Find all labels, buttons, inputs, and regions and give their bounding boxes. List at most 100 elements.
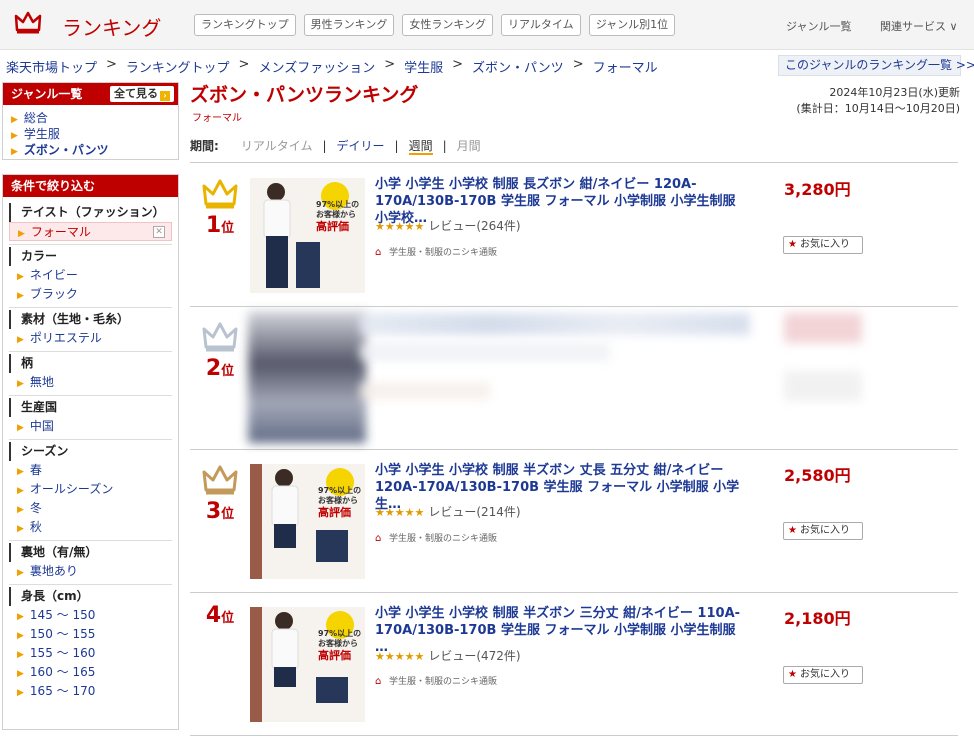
rank-suffix: 位: [221, 221, 235, 236]
filter-option[interactable]: ▶ 春: [9, 461, 172, 480]
filter-option[interactable]: ▶ 150 ～ 155: [9, 625, 172, 644]
period-daily[interactable]: デイリー: [337, 135, 385, 162]
genre-list-box: ジャンル一覧 全て見る › ▶ 総合 ▶ 学生服 ▶ ズボン・パンツ: [2, 82, 179, 160]
arrow-icon: ▶: [17, 423, 24, 433]
filter-option[interactable]: ▶ ネイビー: [9, 266, 172, 285]
blurred-text: [360, 383, 490, 399]
crown-logo-icon[interactable]: [14, 10, 42, 34]
breadcrumb-pants[interactable]: ズボン・パンツ: [472, 57, 564, 76]
page-title: ズボン・パンツランキング: [190, 84, 419, 106]
filter-section-title: 生産国: [9, 398, 172, 417]
rank-badge: 1位: [200, 178, 240, 238]
rank-suffix: 位: [221, 364, 235, 379]
breadcrumb-formal[interactable]: フォーマル: [593, 57, 658, 76]
logo-text[interactable]: ランキング: [62, 12, 161, 41]
star-icon: ★: [788, 525, 797, 536]
genre-item-school-uniform[interactable]: ▶ 学生服: [3, 126, 178, 142]
genre-item-all[interactable]: ▶ 総合: [3, 110, 178, 126]
filter-section-title: 素材（生地・毛糸）: [9, 310, 172, 329]
thumb-text-line1: 97%以上の: [316, 200, 360, 209]
page-subtitle: フォーマル: [192, 113, 242, 124]
genre-ranking-list-link[interactable]: このジャンルのランキング一覧 >>: [778, 55, 974, 76]
thumb-text-line3: 高評価: [316, 220, 349, 233]
filter-option[interactable]: ▶ ポリエステル: [9, 329, 172, 348]
arrow-icon: ▶: [17, 650, 24, 660]
shop-name[interactable]: ⌂ 学生服・制服のニシキ通販: [375, 245, 497, 258]
rank-number: 1: [205, 213, 222, 238]
filter-option[interactable]: ▶ 165 ～ 170: [9, 682, 172, 701]
period-selector: 期間: リアルタイム | デイリー | 週間 | 月間: [190, 135, 958, 163]
period-monthly[interactable]: 月間: [457, 135, 481, 162]
ranking-item-3: 3位 97%以上の お客様から 高評価 小学 小学生 小学校 制服 半ズボン 丈…: [190, 450, 958, 593]
update-info: 2024年10月23日(水)更新 (集計日：10月14日～10月20日): [796, 85, 960, 117]
breadcrumb-separator: >: [384, 57, 396, 72]
blurred-text: [360, 343, 610, 361]
shop-house-icon: ⌂: [375, 247, 382, 258]
filter-option[interactable]: ▶ 裏地あり: [9, 562, 172, 581]
see-all-button[interactable]: 全て見る ›: [110, 86, 174, 102]
close-icon[interactable]: ✕: [153, 226, 165, 238]
review-stars[interactable]: ★★★★★ レビュー(214件): [375, 503, 521, 520]
shop-house-icon: ⌂: [375, 676, 382, 687]
tab-female-ranking[interactable]: 女性ランキング: [402, 14, 494, 36]
arrow-icon: ▶: [17, 669, 24, 679]
filter-option[interactable]: ▶ 145 ～ 150: [9, 606, 172, 625]
breadcrumb-mens-fashion[interactable]: メンズファッション: [258, 57, 375, 76]
arrow-icon: ▶: [17, 688, 24, 698]
review-count[interactable]: レビュー(472件): [428, 649, 520, 663]
arrow-icon: ▶: [17, 568, 24, 578]
filter-option[interactable]: ▶ 160 ～ 165: [9, 663, 172, 682]
favorite-button[interactable]: ★ お気に入り: [783, 236, 863, 254]
filter-option[interactable]: ▶ 中国: [9, 417, 172, 436]
breadcrumb-ranking-top[interactable]: ランキングトップ: [126, 57, 230, 76]
filter-option[interactable]: ▶ 無地: [9, 373, 172, 392]
favorite-button[interactable]: ★ お気に入り: [783, 666, 863, 684]
star-icon: ★: [788, 239, 797, 250]
arrow-icon: ▶: [17, 272, 24, 282]
arrow-icon: ▶: [11, 115, 18, 125]
rank-number: 4: [205, 603, 222, 628]
tab-male-ranking[interactable]: 男性ランキング: [303, 14, 395, 36]
genre-list-title: ジャンル一覧: [11, 87, 83, 101]
tab-realtime[interactable]: リアルタイム: [501, 14, 581, 36]
filter-option[interactable]: ▶ ブラック: [9, 285, 172, 304]
product-image[interactable]: 97%以上の お客様から 高評価: [250, 178, 365, 293]
filter-option[interactable]: ▶ 秋: [9, 518, 172, 537]
filter-section-taste: テイスト（ファッション） ▶ フォーマル ✕: [9, 201, 172, 245]
filter-section-lining: 裏地（有/無） ▶ 裏地あり: [9, 541, 172, 585]
product-price: 2,580円: [784, 466, 851, 485]
breadcrumb-rakuten-top[interactable]: 楽天市場トップ: [6, 57, 97, 76]
review-count[interactable]: レビュー(264件): [428, 219, 520, 233]
product-image[interactable]: 97%以上の お客様から 高評価: [250, 607, 365, 722]
product-image[interactable]: 97%以上の お客様から 高評価: [250, 464, 365, 579]
rank-suffix: 位: [221, 507, 235, 522]
review-stars[interactable]: ★★★★★ レビュー(264件): [375, 217, 521, 234]
related-services-menu[interactable]: 関連サービス ∨: [880, 18, 958, 34]
shop-name[interactable]: ⌂ 学生服・制服のニシキ通販: [375, 531, 497, 544]
filter-option-formal-selected[interactable]: ▶ フォーマル ✕: [9, 222, 172, 241]
product-price: 2,180円: [784, 609, 851, 628]
genre-list-link[interactable]: ジャンル一覧: [786, 18, 851, 34]
tab-ranking-top[interactable]: ランキングトップ: [194, 14, 296, 36]
review-stars[interactable]: ★★★★★ レビュー(472件): [375, 647, 521, 664]
period-realtime[interactable]: リアルタイム: [241, 135, 313, 162]
blurred-title: [360, 313, 750, 335]
favorite-button[interactable]: ★ お気に入り: [783, 522, 863, 540]
rank-badge: 3位: [200, 464, 240, 524]
filter-option[interactable]: ▶ 冬: [9, 499, 172, 518]
star-rating-icon: ★★★★★: [375, 506, 425, 519]
review-count[interactable]: レビュー(214件): [428, 505, 520, 519]
thumb-text-line2: お客様から: [318, 639, 358, 648]
thumb-text-line3: 高評価: [318, 506, 351, 519]
nav-tabs: ランキングトップ 男性ランキング 女性ランキング リアルタイム ジャンル別1位: [194, 14, 676, 36]
filter-option[interactable]: ▶ 155 ～ 160: [9, 644, 172, 663]
filter-option[interactable]: ▶ オールシーズン: [9, 480, 172, 499]
breadcrumb-school-uniform[interactable]: 学生服: [404, 57, 443, 76]
shop-name[interactable]: ⌂ 学生服・制服のニシキ通販: [375, 674, 497, 687]
period-weekly-active[interactable]: 週間: [408, 135, 433, 155]
filter-section-title: 柄: [9, 354, 172, 373]
breadcrumb-separator: >: [452, 57, 464, 72]
genre-item-pants[interactable]: ▶ ズボン・パンツ: [3, 142, 178, 158]
rank-badge: 2位: [200, 321, 240, 381]
tab-genre-first[interactable]: ジャンル別1位: [588, 14, 676, 36]
